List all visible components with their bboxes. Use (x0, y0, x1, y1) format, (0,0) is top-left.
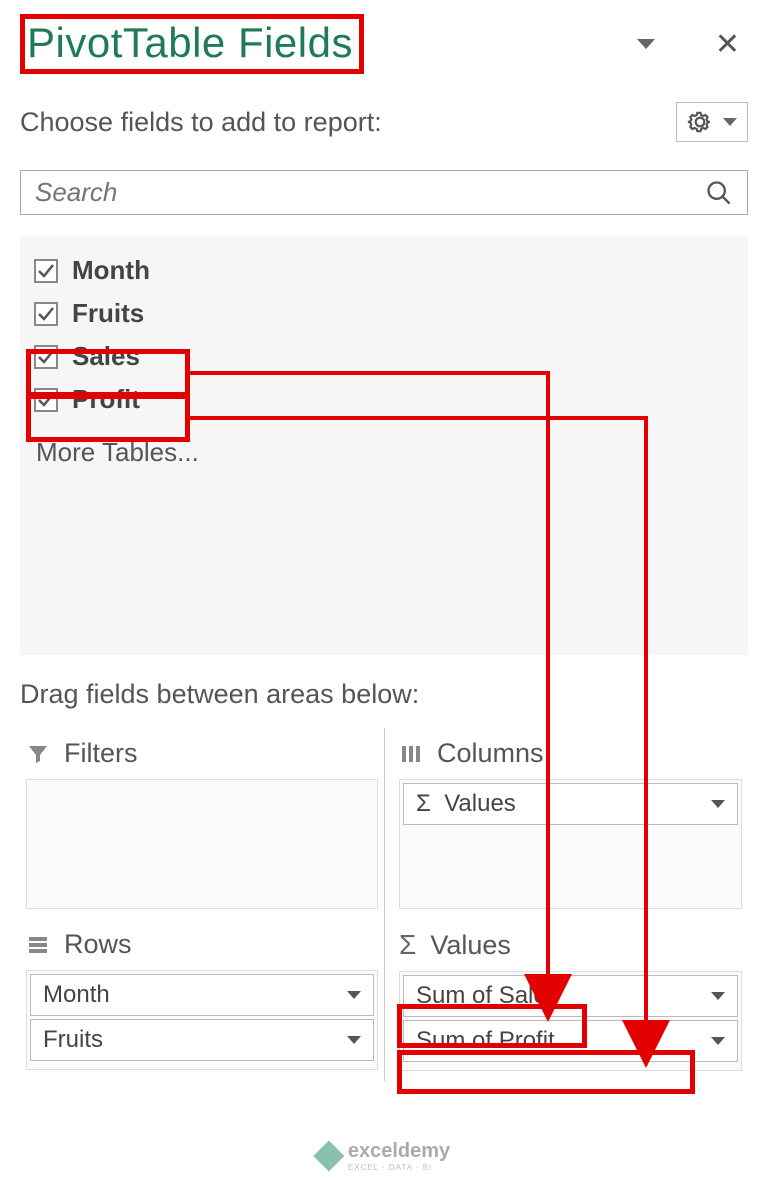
columns-drop-zone[interactable]: Σ Values (399, 779, 742, 909)
drop-item-label: Fruits (43, 1026, 103, 1054)
checkbox-icon[interactable] (34, 388, 58, 412)
field-item-sales[interactable]: Sales (26, 335, 742, 378)
choose-fields-label: Choose fields to add to report: (20, 107, 382, 138)
search-input-container[interactable] (20, 170, 748, 215)
sigma-icon: Σ (399, 929, 416, 961)
drop-item-label: Month (43, 981, 110, 1009)
field-item-profit[interactable]: Profit (26, 378, 742, 421)
panel-title: PivotTable Fields (27, 19, 353, 67)
more-tables-link[interactable]: More Tables... (26, 421, 742, 468)
field-label: Sales (72, 341, 140, 372)
watermark-logo-icon (313, 1140, 344, 1171)
field-item-fruits[interactable]: Fruits (26, 292, 742, 335)
chevron-down-icon[interactable] (347, 1036, 361, 1044)
field-label: Fruits (72, 298, 144, 329)
columns-item-values[interactable]: Σ Values (403, 783, 738, 825)
rows-item-month[interactable]: Month (30, 974, 374, 1016)
tools-button[interactable] (676, 102, 748, 142)
chevron-down-icon[interactable] (711, 1037, 725, 1045)
watermark-text: exceldemy (348, 1140, 450, 1163)
sigma-icon: Σ (416, 790, 431, 817)
chevron-down-icon[interactable] (347, 991, 361, 999)
drop-item-label: Sum of Sales (416, 982, 559, 1010)
checkbox-icon[interactable] (34, 302, 58, 326)
area-title: Rows (64, 929, 132, 960)
chevron-down-icon[interactable] (711, 992, 725, 1000)
drag-instruction-label: Drag fields between areas below: (20, 679, 748, 710)
checkbox-icon[interactable] (34, 259, 58, 283)
filters-drop-zone[interactable] (26, 779, 378, 909)
values-area[interactable]: Σ Values Sum of Sales Sum of Profit (384, 919, 748, 1081)
columns-icon (399, 742, 423, 766)
rows-area[interactable]: Rows Month Fruits (20, 919, 384, 1081)
watermark-subtext: EXCEL · DATA · BI (348, 1163, 450, 1172)
filters-area[interactable]: Filters (20, 728, 384, 919)
field-label: Month (72, 255, 150, 286)
checkbox-icon[interactable] (34, 345, 58, 369)
values-item-sum-sales[interactable]: Sum of Sales (403, 975, 738, 1017)
filter-icon (26, 742, 50, 766)
values-item-sum-profit[interactable]: Sum of Profit (403, 1020, 738, 1062)
rows-drop-zone[interactable]: Month Fruits (26, 970, 378, 1070)
values-drop-zone[interactable]: Sum of Sales Sum of Profit (399, 971, 742, 1071)
field-item-month[interactable]: Month (26, 249, 742, 292)
watermark: exceldemy EXCEL · DATA · BI (318, 1140, 450, 1172)
search-icon (705, 179, 733, 207)
field-label: Profit (72, 384, 140, 415)
panel-options-dropdown-icon[interactable] (637, 39, 655, 49)
rows-item-fruits[interactable]: Fruits (30, 1019, 374, 1061)
columns-area[interactable]: Columns Σ Values (384, 728, 748, 919)
chevron-down-icon (723, 118, 737, 126)
chevron-down-icon[interactable] (711, 800, 725, 808)
search-input[interactable] (35, 177, 663, 208)
drop-item-label: Values (444, 790, 516, 817)
area-title: Columns (437, 738, 544, 769)
area-title: Filters (64, 738, 138, 769)
field-list: Month Fruits Sales Profit More Tables... (20, 235, 748, 655)
close-icon[interactable]: ✕ (715, 27, 740, 62)
rows-icon (26, 933, 50, 957)
area-title: Values (430, 930, 511, 961)
gear-icon (687, 109, 713, 135)
drop-item-label: Sum of Profit (416, 1027, 555, 1055)
